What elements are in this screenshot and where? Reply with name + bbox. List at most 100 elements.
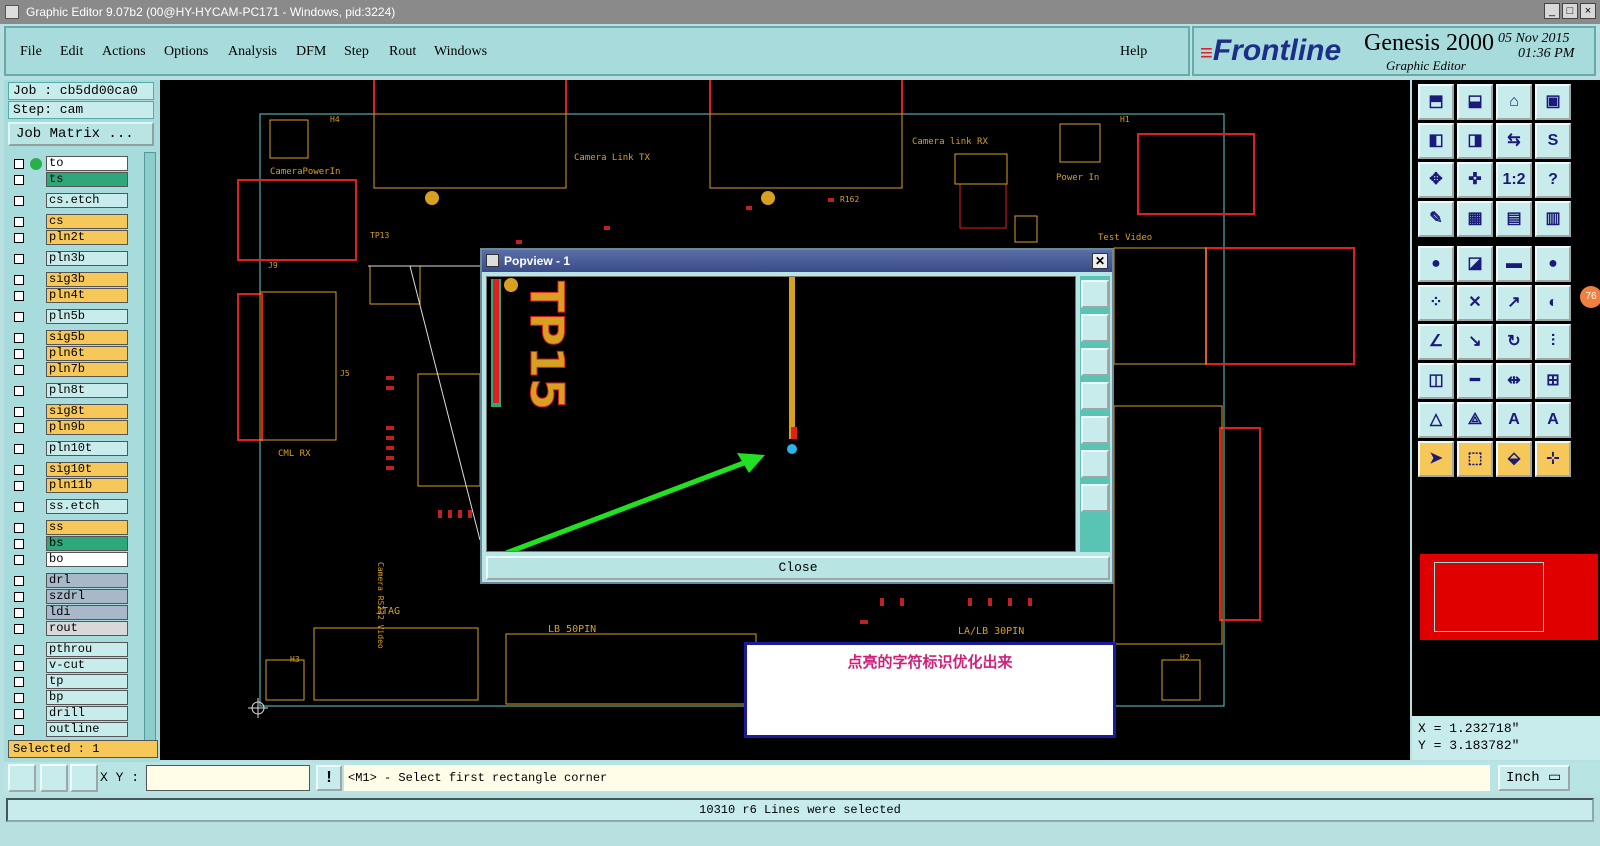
redraw-icon[interactable]: S [1535,123,1571,159]
layer-checkbox[interactable] [14,677,24,687]
layer-name[interactable]: pln11b [46,478,128,493]
zoom-home-icon[interactable]: ⬒ [1418,84,1454,120]
layer-row-ldi[interactable]: ldi [8,605,140,621]
line-icon[interactable]: ∠ [1418,324,1454,360]
layer-checkbox[interactable] [14,407,24,417]
layer-name[interactable]: pln10t [46,441,128,456]
zoom-fit-icon[interactable] [1081,280,1109,308]
popview-close-button[interactable]: Close [486,556,1110,580]
grid-icon[interactable] [70,764,98,792]
select-net-icon[interactable]: ⊹ [1535,441,1571,477]
layer-row-pln4t[interactable]: pln4t [8,288,140,304]
layer-row-pln7b[interactable]: pln7b [8,362,140,378]
layer-row-pln10t[interactable]: pln10t [8,441,140,457]
menu-step[interactable]: Step [344,44,369,60]
pointer-icon[interactable]: ➤ [1418,441,1454,477]
layer-row-pln9b[interactable]: pln9b [8,420,140,436]
layer-checkbox[interactable] [14,539,24,549]
pan-down-icon[interactable] [1081,348,1109,376]
zoom-in-icon[interactable] [1081,484,1109,512]
layer-name[interactable]: sig3b [46,272,128,287]
vector-icon[interactable]: ↗ [1496,285,1532,321]
measure-icon[interactable] [40,764,68,792]
close-window-button[interactable]: × [1580,3,1596,19]
layer-row-bs[interactable]: bs [8,536,140,552]
layer-name[interactable]: drl [46,573,128,588]
triangle-a-icon[interactable]: A [1496,402,1532,438]
layer-checkbox[interactable] [14,624,24,634]
zoom-out-icon[interactable] [1081,450,1109,478]
layer-checkbox[interactable] [14,217,24,227]
layer-checkbox[interactable] [14,709,24,719]
ruler-icon[interactable]: ▬ [1496,246,1532,282]
connect-icon[interactable]: ⁘ [1418,285,1454,321]
layer-name[interactable]: drill [46,706,128,721]
layer-name[interactable]: v-cut [46,658,128,673]
layer-row-v-cut[interactable]: v-cut [8,658,140,674]
home-icon[interactable]: ⌂ [1496,84,1532,120]
layer-row-drl[interactable]: drl [8,573,140,589]
layer-checkbox[interactable] [14,423,24,433]
layer-name[interactable]: szdrl [46,589,128,604]
popview-close-icon[interactable]: ✕ [1092,253,1108,269]
cut-icon[interactable]: ━ [1457,363,1493,399]
overview-preview[interactable] [1420,554,1598,640]
layer-row-pln8t[interactable]: pln8t [8,383,140,399]
triangle-icon[interactable]: △ [1418,402,1454,438]
network-icon[interactable]: ▥ [1535,201,1571,237]
triangle-b-icon[interactable]: A [1535,402,1571,438]
layer-row-rout[interactable]: rout [8,621,140,637]
layer-checkbox[interactable] [14,312,24,322]
snap-icon[interactable] [8,764,36,792]
layer-name[interactable]: pln5b [46,309,128,324]
layer-checkbox[interactable] [14,291,24,301]
layer-checkbox[interactable] [14,555,24,565]
cross-icon[interactable]: ✕ [1457,285,1493,321]
xy-input[interactable] [146,765,310,791]
scale-1-2-icon[interactable]: 1:2 [1496,162,1532,198]
layer-name[interactable]: pln2t [46,230,128,245]
menu-help[interactable]: Help [1120,44,1147,60]
menu-file[interactable]: File [20,44,42,60]
layer-name[interactable]: pln3b [46,251,128,266]
layer-checkbox[interactable] [14,444,24,454]
arrow-line-icon[interactable]: ↘ [1457,324,1493,360]
layer-name[interactable]: cs [46,214,128,229]
layer-checkbox[interactable] [14,196,24,206]
layer-checkbox[interactable] [14,592,24,602]
layer-row-sig5b[interactable]: sig5b [8,330,140,346]
layer-row-bo[interactable]: bo [8,552,140,568]
warning-button[interactable]: ! [316,765,342,791]
layer-row-ss.etch[interactable]: ss.etch [8,499,140,515]
triangle-arrow-icon[interactable]: ⟁ [1457,402,1493,438]
select-poly-icon[interactable]: ⬙ [1496,441,1532,477]
menu-analysis[interactable]: Analysis [228,44,277,60]
layer-scrollbar[interactable] [144,152,156,746]
menu-edit[interactable]: Edit [60,44,83,60]
layer-row-pln3b[interactable]: pln3b [8,251,140,267]
layer-checkbox[interactable] [14,365,24,375]
layer-checkbox[interactable] [14,175,24,185]
menu-options[interactable]: Options [164,44,208,60]
layer-name[interactable]: outline [46,722,128,737]
layer-checkbox[interactable] [14,693,24,703]
layer-row-cs.etch[interactable]: cs.etch [8,193,140,209]
layer-name[interactable]: sig5b [46,330,128,345]
layer-checkbox[interactable] [14,661,24,671]
layer-row-pthrou[interactable]: pthrou [8,642,140,658]
layer-row-ts[interactable]: ts [8,172,140,188]
grid-tool-icon[interactable]: ▦ [1457,201,1493,237]
zoom-page-icon[interactable]: ⬓ [1457,84,1493,120]
layer-checkbox[interactable] [14,275,24,285]
layer-name[interactable]: pln4t [46,288,128,303]
layer-name[interactable]: ss.etch [46,499,128,514]
layer-row-pln2t[interactable]: pln2t [8,230,140,246]
layer-name[interactable]: cs.etch [46,193,128,208]
menu-actions[interactable]: Actions [102,44,146,60]
layer-row-pln5b[interactable]: pln5b [8,309,140,325]
layer-name[interactable]: bo [46,552,128,567]
layer-name[interactable]: pln6t [46,346,128,361]
units-select[interactable]: Inch ▭ [1498,765,1570,791]
layer-name[interactable]: ldi [46,605,128,620]
layer-checkbox[interactable] [14,386,24,396]
